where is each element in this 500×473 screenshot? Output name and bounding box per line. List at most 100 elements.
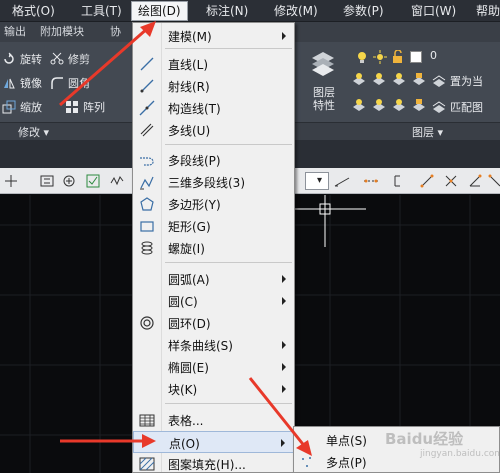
- layer-properties-label[interactable]: 图层 特性: [306, 86, 342, 112]
- menu-item-polyline[interactable]: 多段线(P): [133, 149, 294, 171]
- menu-bar: 格式(O) 工具(T) 绘图(D) 标注(N) 修改(M) 参数(P) 窗口(W…: [0, 0, 500, 22]
- menu-item-donut[interactable]: 圆环(D): [133, 312, 294, 334]
- layer-tool-icon-3[interactable]: [392, 72, 406, 86]
- menu-item-label: 块(K): [168, 383, 198, 397]
- menu-item-circle[interactable]: 圆(C): [133, 290, 294, 312]
- menu-separator: [165, 48, 292, 49]
- layer-tool-icon-6[interactable]: [372, 98, 386, 112]
- array-label: 阵列: [83, 101, 105, 114]
- menu-item-label: 点(O): [169, 437, 200, 451]
- donut-icon: [140, 316, 154, 330]
- menu-item-label: 建模(M): [168, 30, 212, 44]
- scissors-icon: [50, 52, 64, 65]
- tab-output[interactable]: 输出: [4, 24, 26, 40]
- menu-item-label: 圆环(D): [168, 317, 211, 331]
- menu-item-label: 多点(P): [326, 456, 367, 470]
- layer-match-icon: [432, 101, 446, 113]
- menu-item-table[interactable]: 表格...: [133, 409, 294, 431]
- submenu-arrow-icon: [282, 297, 286, 305]
- menu-dimension[interactable]: 标注(N): [200, 1, 254, 21]
- toolbar-combo[interactable]: ▾: [305, 172, 329, 190]
- fillet-label: 圆角: [68, 77, 90, 90]
- bracket-icon: [394, 175, 400, 187]
- layer-tool-icon-2[interactable]: [372, 72, 386, 86]
- tab-collaborate[interactable]: 协: [110, 24, 121, 40]
- menu-item-polygon[interactable]: 多边形(Y): [133, 193, 294, 215]
- toolbar-button-11[interactable]: [466, 172, 484, 190]
- tab-addins[interactable]: 附加模块: [40, 24, 84, 40]
- fillet-button[interactable]: 圆角: [50, 74, 90, 92]
- menu-modify[interactable]: 修改(M): [268, 1, 324, 21]
- menu-draw[interactable]: 绘图(D): [131, 1, 188, 21]
- scale-button[interactable]: 缩放: [2, 98, 42, 116]
- set-current-layer-button[interactable]: 置为当: [432, 72, 483, 90]
- menu-item-3dpoly[interactable]: 三维多段线(3): [133, 171, 294, 193]
- menu-item-block[interactable]: 块(K): [133, 378, 294, 400]
- toolbar-button-12[interactable]: [486, 172, 500, 190]
- modify-panel-title[interactable]: 修改 ▾: [18, 124, 49, 140]
- polyline-icon: [140, 157, 154, 166]
- menu-parameter[interactable]: 参数(P): [337, 1, 390, 21]
- menu-item-label: 多线(U): [168, 124, 211, 138]
- table-icon: [139, 414, 155, 427]
- submenu-arrow-icon: [282, 385, 286, 393]
- unlock-icon[interactable]: [391, 50, 405, 64]
- toolbar-button-5[interactable]: [108, 172, 126, 190]
- toolbar-button-1[interactable]: [2, 172, 20, 190]
- block-icon: [40, 175, 54, 187]
- layers-stack-icon[interactable]: [310, 48, 336, 82]
- mirror-button[interactable]: 镜像: [2, 74, 42, 92]
- sun-icon[interactable]: [373, 50, 387, 64]
- menu-item-point[interactable]: 点(O): [133, 431, 294, 453]
- toolbar-button-7[interactable]: [362, 172, 380, 190]
- menu-item-label: 圆弧(A): [168, 273, 210, 287]
- menu-format[interactable]: 格式(O): [6, 1, 61, 21]
- mline-icon: [140, 123, 154, 137]
- snap-icon: [5, 175, 17, 187]
- submenu-arrow-icon: [282, 275, 286, 283]
- menu-item-xline[interactable]: 构造线(T): [133, 97, 294, 119]
- toolbar-button-3[interactable]: [60, 172, 78, 190]
- toolbar-button-2[interactable]: [38, 172, 56, 190]
- menu-tools[interactable]: 工具(T): [75, 1, 128, 21]
- menu-item-hatch[interactable]: 图案填充(H)...: [133, 453, 294, 473]
- scale-icon: [2, 100, 16, 114]
- draw-menu: 建模(M) 直线(L) 射线(R) 构造线(T) 多线(U) 多段线(P) 三维…: [132, 22, 295, 473]
- layer-tool-icon-8[interactable]: [412, 98, 426, 112]
- menu-item-label: 射线(R): [168, 80, 210, 94]
- toolbar-button-6[interactable]: [333, 172, 351, 190]
- array-button[interactable]: 阵列: [65, 98, 105, 116]
- menu-item-helix[interactable]: 螺旋(I): [133, 237, 294, 259]
- menu-item-line[interactable]: 直线(L): [133, 53, 294, 75]
- layer-panel-title[interactable]: 图层 ▾: [412, 124, 443, 140]
- menu-item-ray[interactable]: 射线(R): [133, 75, 294, 97]
- layer-tool-icon-4[interactable]: [412, 72, 426, 86]
- menu-item-arc[interactable]: 圆弧(A): [133, 268, 294, 290]
- menu-item-mline[interactable]: 多线(U): [133, 119, 294, 141]
- menu-item-ellipse[interactable]: 椭圆(E): [133, 356, 294, 378]
- menu-help[interactable]: 帮助: [470, 1, 500, 21]
- layer-tool-icon-1[interactable]: [352, 72, 366, 86]
- match-layer-button[interactable]: 匹配图: [432, 98, 483, 116]
- menu-window[interactable]: 窗口(W): [405, 1, 462, 21]
- toolbar-button-10[interactable]: [442, 172, 460, 190]
- toolbar-button-9[interactable]: [418, 172, 436, 190]
- menu-item-modeling[interactable]: 建模(M): [133, 25, 294, 47]
- crosshair-cursor: [286, 195, 366, 247]
- set-current-label: 置为当: [450, 75, 483, 88]
- layer-color-swatch[interactable]: [410, 51, 422, 63]
- dim-linear-icon: [364, 179, 378, 183]
- layer-tool-icon-7[interactable]: [392, 98, 406, 112]
- menu-separator: [165, 262, 292, 263]
- toolbar-button-8[interactable]: [390, 172, 408, 190]
- lightbulb-icon[interactable]: [355, 50, 369, 64]
- toolbar-button-4[interactable]: [84, 172, 102, 190]
- scale-label: 缩放: [20, 101, 42, 114]
- trim-button[interactable]: 修剪: [50, 50, 90, 68]
- menu-item-rectangle[interactable]: 矩形(G): [133, 215, 294, 237]
- rotate-button[interactable]: 旋转: [2, 50, 42, 68]
- menu-item-label: 三维多段线(3): [168, 176, 245, 190]
- menu-item-spline[interactable]: 样条曲线(S): [133, 334, 294, 356]
- layer-tool-icon-5[interactable]: [352, 98, 366, 112]
- menu-item-label: 表格...: [168, 414, 204, 428]
